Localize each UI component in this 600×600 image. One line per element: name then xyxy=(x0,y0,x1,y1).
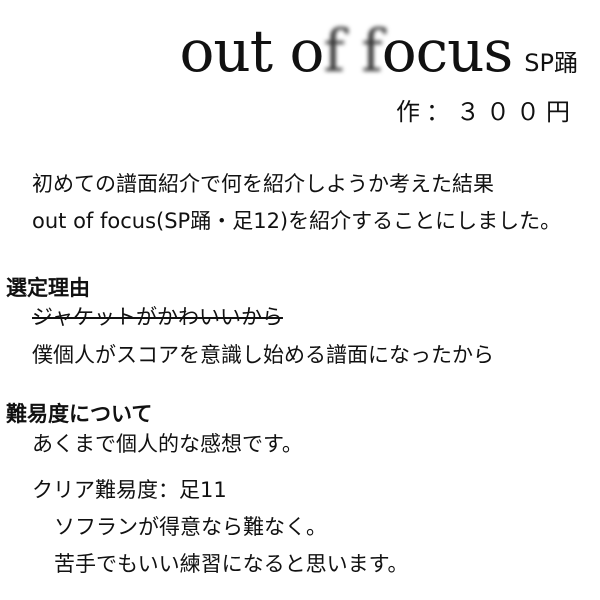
song-title: out of focus xyxy=(179,22,513,80)
reason-heading: 選定理由 xyxy=(6,276,90,300)
reason-text: 僕個人がスコアを意識し始める譜面になったから xyxy=(32,343,494,367)
title-part xyxy=(344,17,361,85)
difficulty-detail-1: ソフランが得意なら難なく。 xyxy=(54,515,327,539)
difficulty-heading: 難易度について xyxy=(6,402,153,426)
title-part-blurred: f xyxy=(323,17,344,85)
difficulty-detail-2: 苦手でもいい練習になると思います。 xyxy=(54,552,409,576)
intro-line-1: 初めての譜面紹介で何を紹介しようか考えた結果 xyxy=(32,172,494,196)
credit: 作：３００円 xyxy=(396,98,576,126)
title-row: out of focus SP踊 xyxy=(179,22,578,80)
title-part: out o xyxy=(179,17,324,85)
title-part: ocus xyxy=(381,17,514,85)
chart-tag: SP踊 xyxy=(524,49,578,77)
clear-difficulty: クリア難易度：足11 xyxy=(32,478,227,502)
reason-struck-text: ジャケットがかわいいから xyxy=(32,305,283,329)
difficulty-note: あくまで個人的な感想です。 xyxy=(32,432,303,456)
intro-line-2: out of focus(SP踊・足12)を紹介することにしました。 xyxy=(32,209,562,233)
title-part-blurred: f xyxy=(361,17,382,85)
